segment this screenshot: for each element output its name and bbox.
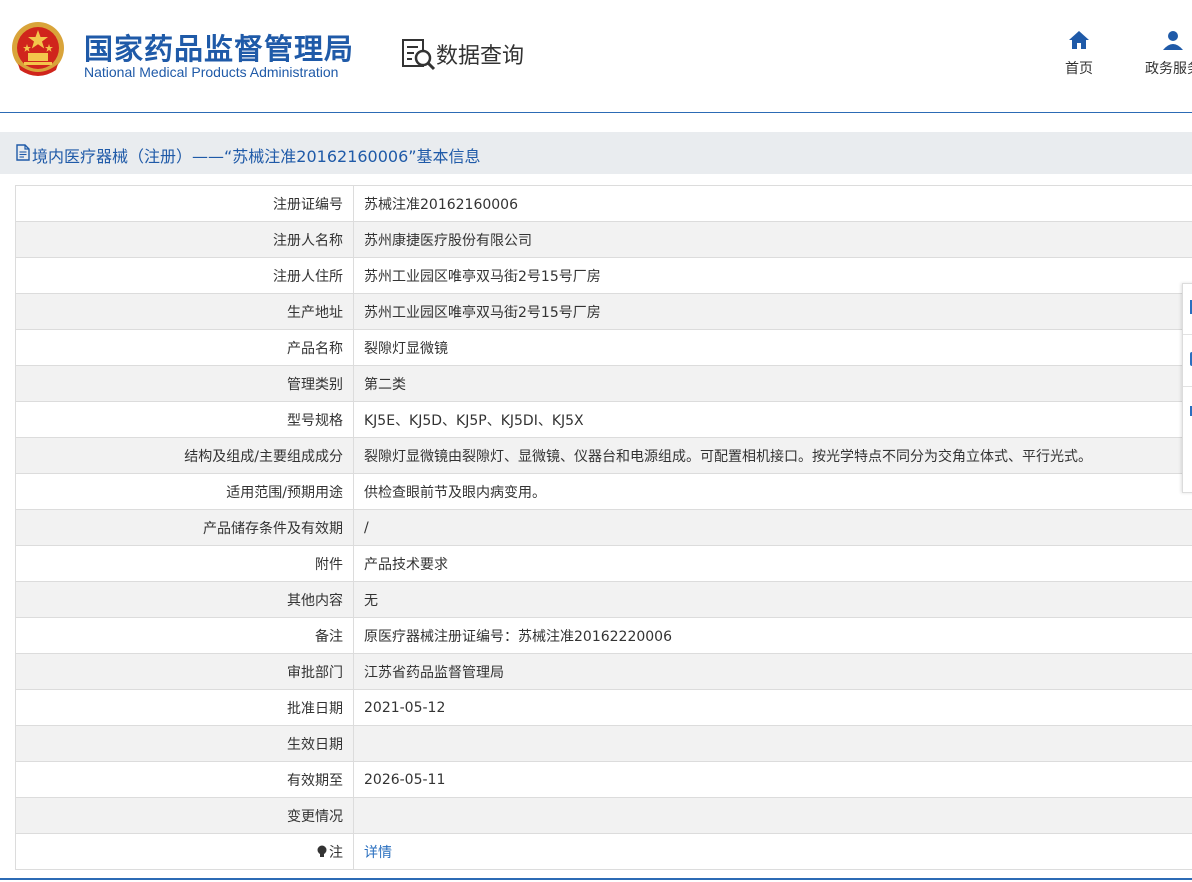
table-row: 批准日期 2021-05-12 bbox=[15, 689, 1192, 726]
field-value: 江苏省药品监督管理局 bbox=[353, 653, 1192, 690]
table-row: 生效日期 bbox=[15, 725, 1192, 762]
field-label: 注册人住所 bbox=[15, 257, 354, 294]
nav-government-services-label: 政务服务 bbox=[1145, 61, 1192, 77]
home-icon bbox=[1069, 31, 1089, 49]
field-label: 注册证编号 bbox=[15, 185, 354, 222]
footer-rule bbox=[0, 878, 1192, 880]
table-row: 备注 原医疗器械注册证编号：苏械注准20162220006 bbox=[15, 617, 1192, 654]
details-link[interactable]: 详情 bbox=[364, 845, 392, 861]
table-row: 结构及组成/主要组成成分 裂隙灯显微镜由裂隙灯、显微镜、仪器台和电源组成。可配置相… bbox=[15, 437, 1192, 474]
table-row: 附件 产品技术要求 bbox=[15, 545, 1192, 582]
field-label: 批准日期 bbox=[15, 689, 354, 726]
field-label: 产品储存条件及有效期 bbox=[15, 509, 354, 546]
site-header: 国家药品监督管理局 National Medical Products Admi… bbox=[0, 0, 1192, 113]
field-value: 苏械注准20162160006 bbox=[353, 185, 1192, 222]
data-query-icon bbox=[402, 39, 436, 71]
field-value: 2026-05-11 bbox=[353, 761, 1192, 798]
floating-side-panel[interactable] bbox=[1182, 283, 1192, 493]
table-row: 注册人住所 苏州工业园区唯亭双马街2号15号厂房 bbox=[15, 257, 1192, 294]
user-icon bbox=[1163, 31, 1183, 50]
field-label: 附件 bbox=[15, 545, 354, 582]
field-value: 苏州工业园区唯亭双马街2号15号厂房 bbox=[353, 257, 1192, 294]
field-value: 苏州康捷医疗股份有限公司 bbox=[353, 221, 1192, 258]
side-panel-divider bbox=[1183, 334, 1192, 335]
table-row: 生产地址 苏州工业园区唯亭双马街2号15号厂房 bbox=[15, 293, 1192, 330]
field-value: 供检查眼前节及眼内病变用。 bbox=[353, 473, 1192, 510]
field-value: 无 bbox=[353, 581, 1192, 618]
field-label: 备注 bbox=[15, 617, 354, 654]
table-row: 管理类别 第二类 bbox=[15, 365, 1192, 402]
field-value: 第二类 bbox=[353, 365, 1192, 402]
field-value: KJ5E、KJ5D、KJ5P、KJ5DI、KJ5X bbox=[353, 401, 1192, 438]
field-label: 管理类别 bbox=[15, 365, 354, 402]
field-value bbox=[353, 797, 1192, 834]
table-row-note: 注 详情 bbox=[15, 833, 1192, 870]
table-row: 产品储存条件及有效期 / bbox=[15, 509, 1192, 546]
table-row: 有效期至 2026-05-11 bbox=[15, 761, 1192, 798]
table-row: 变更情况 bbox=[15, 797, 1192, 834]
nav-home-label: 首页 bbox=[1065, 61, 1093, 77]
table-row: 注册人名称 苏州康捷医疗股份有限公司 bbox=[15, 221, 1192, 258]
field-label: 变更情况 bbox=[15, 797, 354, 834]
table-row: 审批部门 江苏省药品监督管理局 bbox=[15, 653, 1192, 690]
field-label: 生效日期 bbox=[15, 725, 354, 762]
org-name-cn: 国家药品监督管理局 bbox=[84, 32, 355, 66]
section-title: 数据查询 bbox=[436, 44, 525, 69]
field-value: 产品技术要求 bbox=[353, 545, 1192, 582]
device-info-table: 注册证编号 苏械注准20162160006 注册人名称 苏州康捷医疗股份有限公司 注册人… bbox=[15, 185, 1192, 870]
field-value: 原医疗器械注册证编号：苏械注准20162220006 bbox=[353, 617, 1192, 654]
field-label: 结构及组成/主要组成成分 bbox=[15, 437, 354, 474]
table-row: 型号规格 KJ5E、KJ5D、KJ5P、KJ5DI、KJ5X bbox=[15, 401, 1192, 438]
field-value: 裂隙灯显微镜 bbox=[353, 329, 1192, 366]
field-value bbox=[353, 725, 1192, 762]
field-value: 2021-05-12 bbox=[353, 689, 1192, 726]
field-label: 审批部门 bbox=[15, 653, 354, 690]
side-panel-divider bbox=[1183, 386, 1192, 387]
table-row: 适用范围/预期用途 供检查眼前节及眼内病变用。 bbox=[15, 473, 1192, 510]
org-name-en: National Medical Products Administration bbox=[84, 64, 339, 80]
field-label: 其他内容 bbox=[15, 581, 354, 618]
nav-government-services[interactable]: 政务服务 bbox=[1138, 30, 1192, 78]
field-label: 产品名称 bbox=[15, 329, 354, 366]
page-title-bar: 境内医疗器械（注册）——“苏械注准20162160006”基本信息 bbox=[0, 132, 1192, 174]
field-value: 裂隙灯显微镜由裂隙灯、显微镜、仪器台和电源组成。可配置相机接口。按光学特点不同分… bbox=[353, 437, 1192, 474]
field-value: 详情 bbox=[353, 833, 1192, 870]
field-label: 有效期至 bbox=[15, 761, 354, 798]
nav-home[interactable]: 首页 bbox=[1058, 30, 1100, 78]
field-label: 适用范围/预期用途 bbox=[15, 473, 354, 510]
field-label: 注 bbox=[15, 833, 354, 870]
note-label: 注 bbox=[329, 844, 343, 861]
lightbulb-icon bbox=[317, 845, 327, 857]
table-row: 其他内容无 bbox=[15, 581, 1192, 618]
document-icon bbox=[16, 144, 30, 161]
field-label: 型号规格 bbox=[15, 401, 354, 438]
national-emblem-icon bbox=[12, 22, 64, 76]
field-value: / bbox=[353, 509, 1192, 546]
field-value: 苏州工业园区唯亭双马街2号15号厂房 bbox=[353, 293, 1192, 330]
table-row: 注册证编号 苏械注准20162160006 bbox=[15, 185, 1192, 222]
table-row: 产品名称 裂隙灯显微镜 bbox=[15, 329, 1192, 366]
field-label: 生产地址 bbox=[15, 293, 354, 330]
field-label: 注册人名称 bbox=[15, 221, 354, 258]
page-title: 境内医疗器械（注册）——“苏械注准20162160006”基本信息 bbox=[32, 147, 481, 166]
